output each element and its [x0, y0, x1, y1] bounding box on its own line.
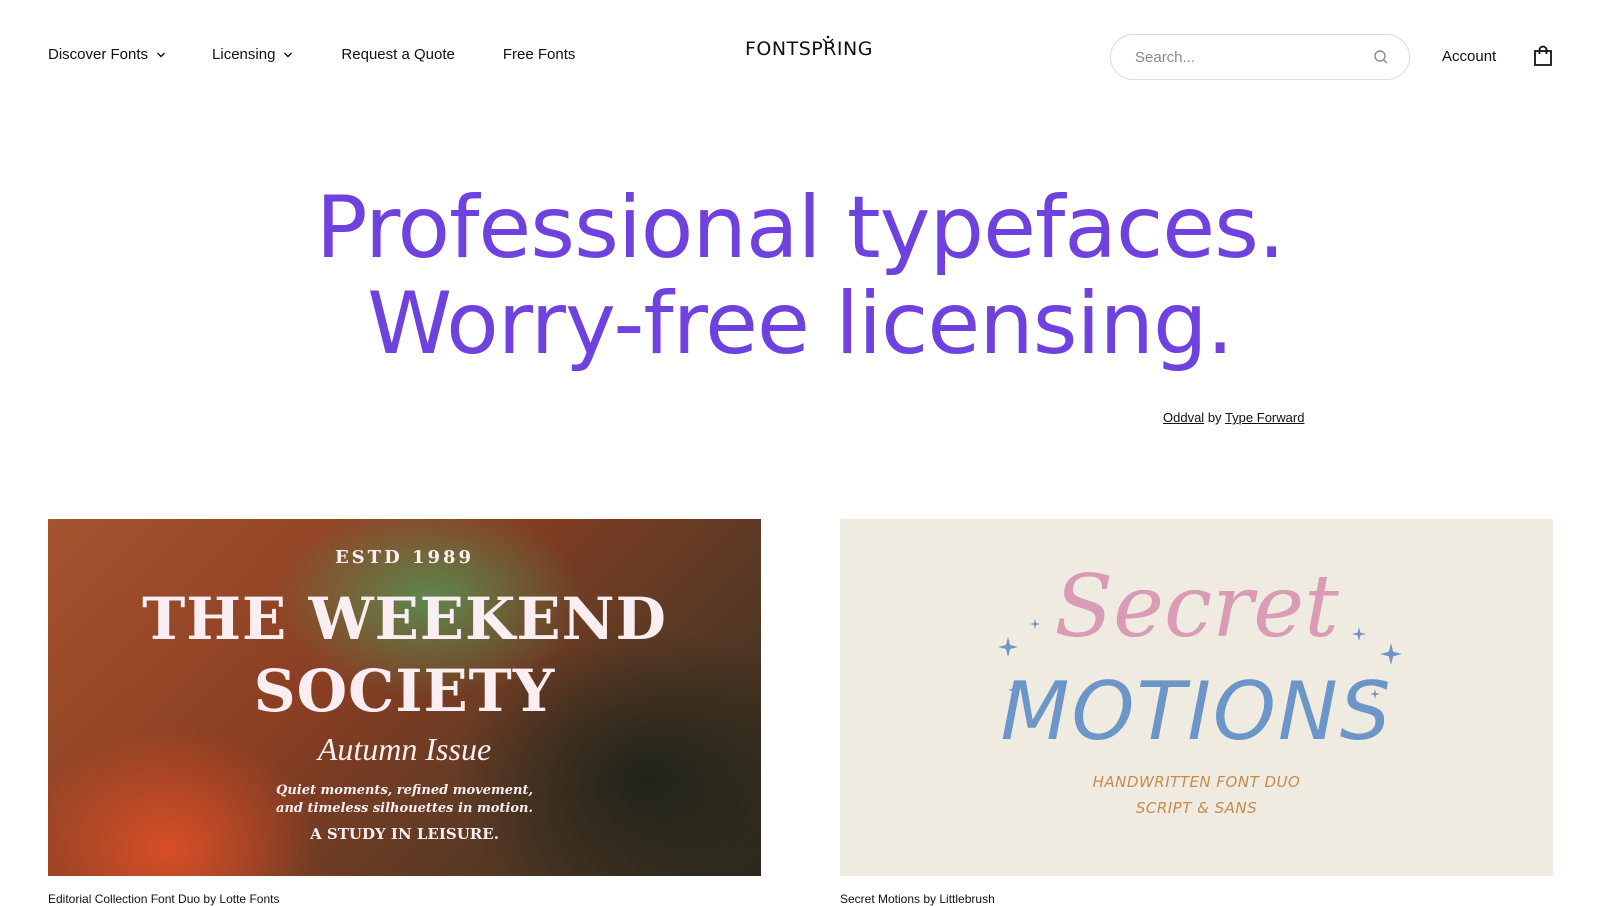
card-subtitle-1: HANDWRITTEN FONT DUO	[1092, 773, 1301, 791]
card-study: A STUDY IN LEISURE.	[310, 825, 499, 843]
credit-font-link[interactable]: Oddval	[1163, 410, 1204, 425]
nav-discover-fonts[interactable]: Discover Fonts	[48, 46, 166, 63]
card-subtitle-2: SCRIPT & SANS	[1135, 799, 1258, 817]
card-image: ESTD 1989 THE WEEKEND SOCIETY Autumn Iss…	[48, 519, 761, 876]
card-estd: ESTD 1989	[334, 547, 475, 568]
card-caption-secret-motions[interactable]: Secret Motions by Littlebrush	[840, 892, 995, 906]
card-image: Secret MOTIONS HANDWRITTEN FONT DUO SCRI…	[840, 519, 1553, 876]
nav-licensing[interactable]: Licensing	[212, 46, 293, 63]
featured-card-weekend[interactable]: ESTD 1989 THE WEEKEND SOCIETY Autumn Iss…	[48, 519, 761, 876]
hero-section: Professional typefaces. Worry-free licen…	[0, 180, 1600, 372]
account-link[interactable]: Account	[1442, 48, 1496, 65]
card-issue: Autumn Issue	[317, 731, 492, 767]
nav-request-quote-label: Request a Quote	[341, 46, 455, 63]
credit-foundry-link[interactable]: Type Forward	[1225, 410, 1304, 425]
search-box[interactable]	[1110, 34, 1410, 80]
nav-licensing-label: Licensing	[212, 46, 276, 63]
nav-free-fonts[interactable]: Free Fonts	[503, 46, 576, 63]
card-title-line-2: SOCIETY	[253, 657, 556, 725]
nav-discover-fonts-label: Discover Fonts	[48, 46, 149, 63]
nav-request-quote[interactable]: Request a Quote	[341, 46, 454, 63]
card-title-word: MOTIONS	[1000, 665, 1393, 758]
site-logo[interactable]: FONTSPRING	[745, 35, 873, 60]
hero-font-credit: Oddval by Type Forward	[1163, 410, 1304, 425]
hero-headline-line-1: Professional typefaces.	[315, 178, 1286, 278]
search-icon[interactable]	[1373, 49, 1389, 65]
credit-by: by	[1207, 410, 1222, 425]
chevron-down-icon	[284, 52, 293, 57]
card-title-line-1: THE WEEKEND	[142, 585, 667, 653]
main-nav: Discover Fonts Licensing Request a Quote…	[48, 46, 575, 63]
nav-free-fonts-label: Free Fonts	[502, 46, 576, 63]
site-header: Discover Fonts Licensing Request a Quote…	[0, 0, 1600, 116]
hero-headline-line-2: Worry-free licensing.	[367, 274, 1234, 374]
chevron-down-icon	[157, 52, 166, 57]
logo-text: FONTSPRING	[745, 38, 873, 60]
card-tagline-2: and timeless silhouettes in motion.	[276, 801, 533, 816]
shopping-bag-icon[interactable]	[1533, 45, 1553, 67]
card-tagline-1: Quiet moments, refined movement,	[276, 783, 533, 798]
card-script-word: Secret	[1054, 557, 1339, 657]
search-input[interactable]	[1133, 47, 1373, 67]
sprout-icon	[822, 35, 834, 43]
card-caption-weekend[interactable]: Editorial Collection Font Duo by Lotte F…	[48, 892, 279, 906]
featured-card-secret-motions[interactable]: Secret MOTIONS HANDWRITTEN FONT DUO SCRI…	[840, 519, 1553, 876]
